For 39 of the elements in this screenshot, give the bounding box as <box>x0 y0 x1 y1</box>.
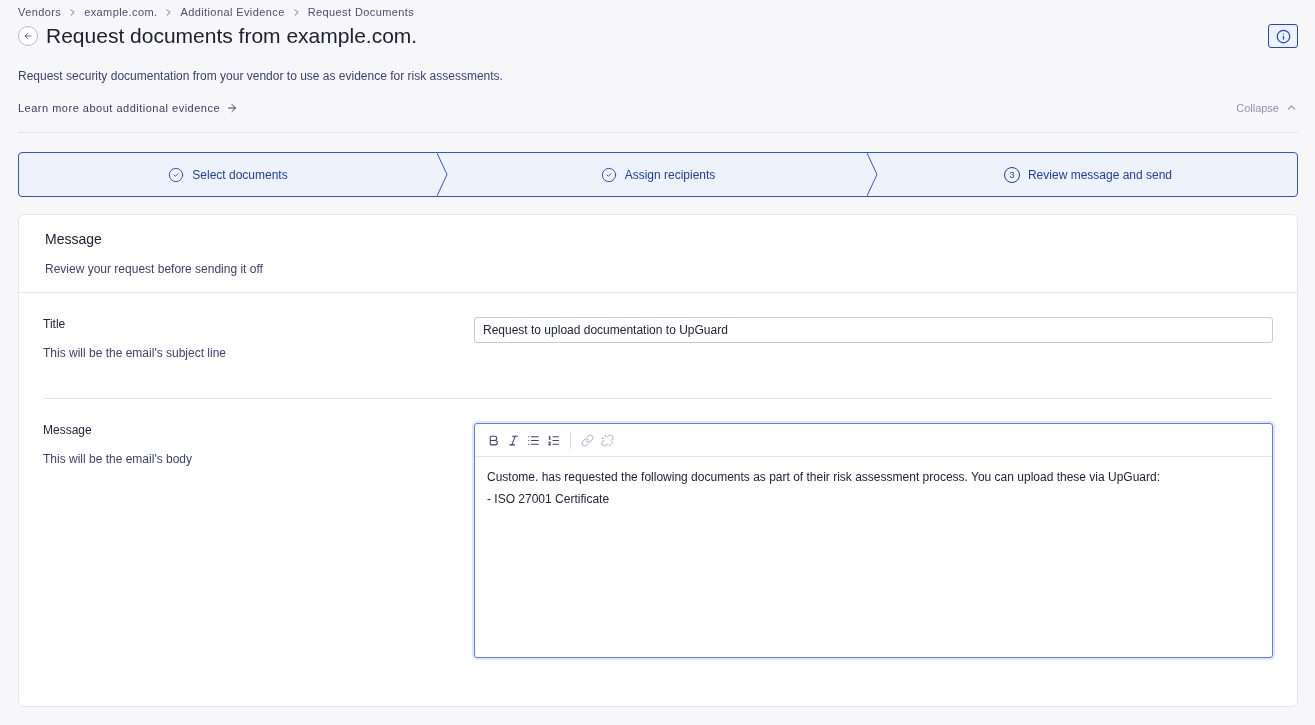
step-label: Assign recipients <box>624 167 716 182</box>
field-hint: This will be the email's subject line <box>43 346 228 360</box>
step-label: Review message and send <box>1027 167 1173 182</box>
step-label: Select documents <box>192 167 288 182</box>
page-title: Request documents from example.com. <box>46 24 418 48</box>
arrow-right-icon <box>226 101 239 114</box>
message-editor[interactable]: Custome. has requested the following documents as part of their risk assessment process. You can upload these via UpGuard: - ISO 27001 Certificate <box>474 423 1273 658</box>
numbers-icon <box>547 433 560 447</box>
card-title: Message <box>45 231 103 247</box>
page-description: Request security documentation from your vendor to use as evidence for risk assessments. <box>18 69 504 83</box>
breadcrumb-link[interactable]: example.com. <box>84 6 158 18</box>
field-label: Title <box>43 317 67 331</box>
info-button[interactable] <box>1268 24 1298 48</box>
message-text: Custome. has requested the following documents as part of their risk assessment process. You can upload these via UpGuard: <box>487 470 1162 484</box>
info-icon <box>1275 28 1291 44</box>
bullets-icon <box>527 433 540 447</box>
numbers-button[interactable] <box>547 433 560 447</box>
unlink-icon <box>601 433 614 447</box>
breadcrumb-link[interactable]: Additional Evidence <box>180 6 285 18</box>
italic-icon <box>507 433 520 447</box>
arrow-left-icon <box>23 31 33 41</box>
bold-button[interactable] <box>487 433 500 447</box>
card-subtitle: Review your request before sending it off <box>45 262 264 276</box>
step-item[interactable]: 3 Review message and send <box>879 153 1297 196</box>
field-label: Message <box>43 423 93 437</box>
title-input[interactable]: Request to upload documentation to UpGuard <box>474 317 1273 343</box>
bullets-button[interactable] <box>527 433 540 447</box>
field-hint: This will be the email's body <box>43 452 194 466</box>
bold-icon <box>487 433 500 447</box>
breadcrumb-link[interactable]: Request Documents <box>307 6 415 18</box>
link-icon <box>581 433 594 447</box>
step-item[interactable]: Assign recipients <box>449 153 867 196</box>
check-circle-icon <box>600 166 617 183</box>
italic-button[interactable] <box>507 433 520 447</box>
learn-more-link[interactable]: Learn more about additional evidence <box>18 101 239 114</box>
check-circle-icon <box>168 166 185 183</box>
step-item[interactable]: Select documents <box>19 153 437 196</box>
message-text: - ISO 27001 Certificate <box>487 492 611 506</box>
breadcrumb-link[interactable]: Vendors <box>18 6 62 18</box>
